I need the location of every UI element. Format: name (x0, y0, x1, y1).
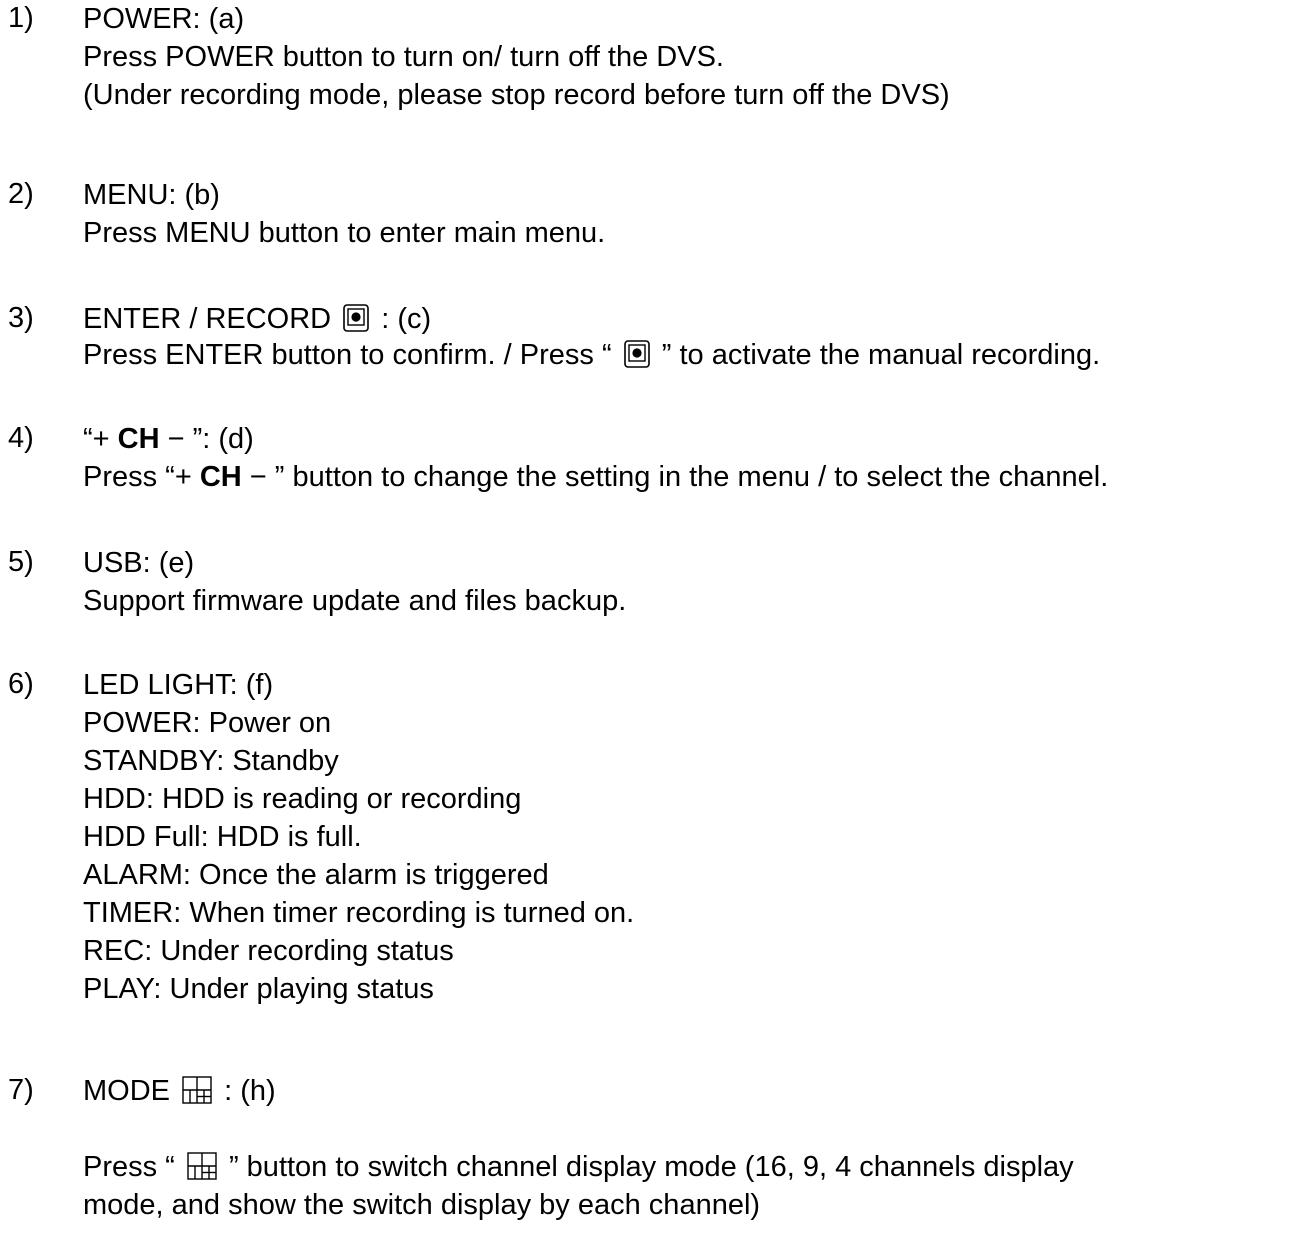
item-line-text: ” button to switch channel display mode … (228, 1151, 1074, 1183)
item-title: POWER: (a) (83, 3, 245, 35)
item-line: Support firmware update and files backup… (83, 585, 627, 617)
item-line-text: Press “ (83, 1151, 175, 1183)
item-title: USB: (e) (83, 547, 195, 579)
item-line: TIMER: When timer recording is turned on… (83, 897, 635, 929)
item-line: Press MENU button to enter main menu. (83, 217, 606, 249)
item-line: REC: Under recording status (83, 935, 454, 967)
channel-label: CH (117, 423, 160, 455)
item-line: Press ENTER button to confirm. / Press “… (83, 338, 1100, 372)
item-title: ENTER / RECORD : (c) (83, 302, 431, 336)
record-button-icon (343, 304, 370, 332)
item-title-text: “+ (83, 423, 118, 455)
item-title-text: ENTER / RECORD (83, 303, 332, 335)
display-mode-grid-icon (187, 1152, 217, 1180)
item-line: (Under recording mode, please stop recor… (83, 79, 950, 111)
item-number: 2) (8, 178, 34, 210)
item-line: STANDBY: Standby (83, 745, 339, 777)
item-line: Press “ ” button to switch channel displ… (83, 1150, 1074, 1184)
item-number: 3) (8, 302, 34, 334)
item-line: HDD: HDD is reading or recording (83, 783, 522, 815)
record-button-icon (623, 340, 650, 368)
display-mode-grid-icon (182, 1076, 212, 1104)
item-number: 7) (8, 1074, 34, 1106)
item-number: 1) (8, 2, 34, 34)
item-line: Press POWER button to turn on/ turn off … (83, 41, 724, 73)
item-title-suffix: − ”: (d) (159, 423, 254, 455)
item-title-suffix: : (h) (224, 1075, 276, 1107)
item-number: 5) (8, 546, 34, 578)
item-line: HDD Full: HDD is full. (83, 821, 362, 853)
item-title: MODE : (h) (83, 1074, 276, 1108)
item-line-text: Press “+ (83, 461, 200, 493)
item-title-text: MODE (83, 1075, 170, 1107)
item-title: “+ CH − ”: (d) (83, 422, 254, 456)
channel-label: CH (199, 461, 242, 493)
item-number: 4) (8, 422, 34, 454)
item-line: Press “+ CH − ” button to change the set… (83, 460, 1108, 494)
item-line-text: Press ENTER button to confirm. / Press “ (83, 339, 612, 371)
item-title-suffix: : (c) (381, 303, 432, 335)
item-line: mode, and show the switch display by eac… (83, 1189, 761, 1221)
item-line: POWER: Power on (83, 707, 332, 739)
item-line-text: − ” button to change the setting in the … (241, 461, 1109, 493)
item-line: PLAY: Under playing status (83, 973, 434, 1005)
item-number: 6) (8, 668, 34, 700)
item-line-text: ” to activate the manual recording. (661, 339, 1101, 371)
item-title: MENU: (b) (83, 179, 220, 211)
item-title: LED LIGHT: (f) (83, 669, 274, 701)
item-line: ALARM: Once the alarm is triggered (83, 859, 549, 891)
